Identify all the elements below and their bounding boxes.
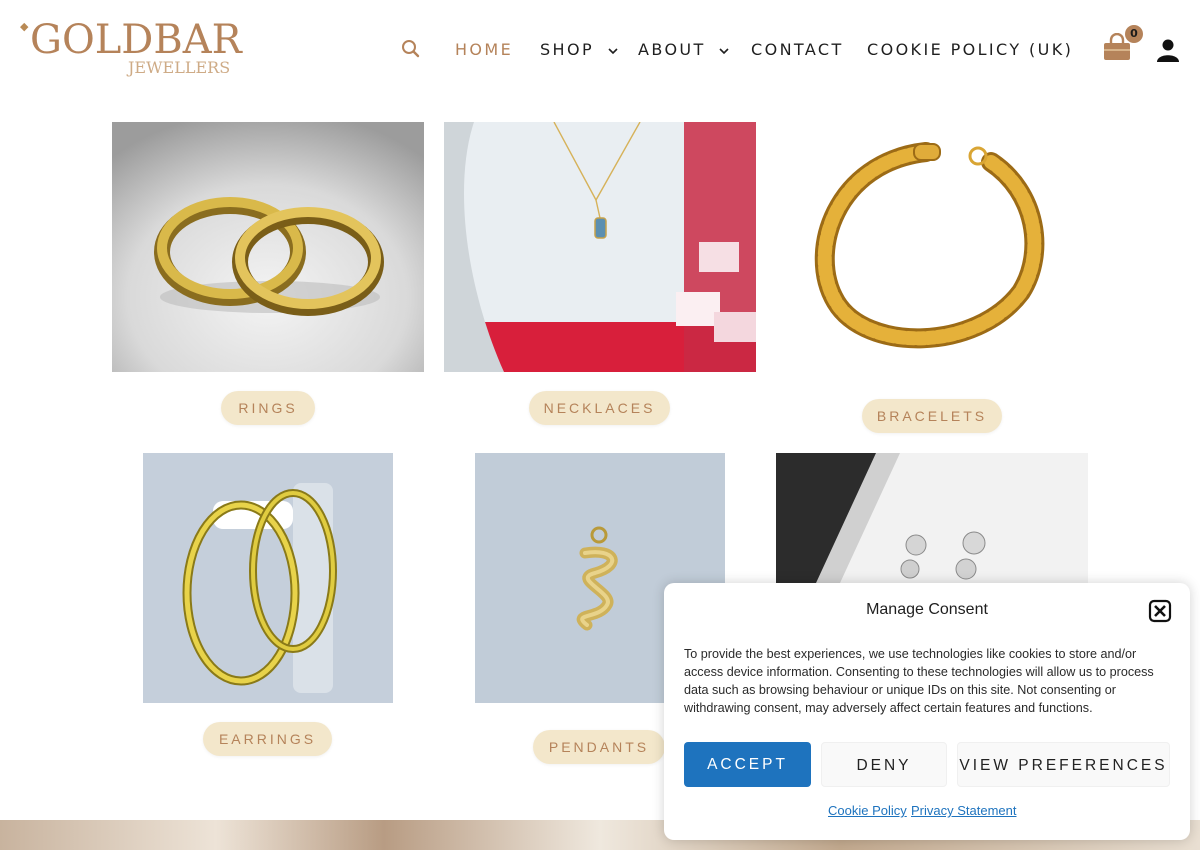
- nav-cookie-policy[interactable]: COOKIE POLICY (UK): [867, 38, 1073, 62]
- rings-image[interactable]: [112, 122, 424, 372]
- bracelets-button[interactable]: BRACELETS: [862, 399, 1002, 433]
- site-header: ◆ GOLDBAR JEWELLERS HOME SHOP ABOUT CONT…: [0, 0, 1200, 100]
- earrings-button[interactable]: EARRINGS: [203, 722, 332, 756]
- cart-count-badge: 0: [1125, 25, 1143, 43]
- nav-about[interactable]: ABOUT: [638, 38, 729, 62]
- necklaces-button[interactable]: NECKLACES: [529, 391, 670, 425]
- cookie-consent-dialog: Manage Consent To provide the best exper…: [664, 583, 1190, 840]
- close-icon[interactable]: [1148, 599, 1172, 623]
- nav-shop[interactable]: SHOP: [540, 38, 618, 62]
- chevron-down-icon: [719, 47, 729, 54]
- nav-contact[interactable]: CONTACT: [751, 38, 844, 62]
- consent-title: Manage Consent: [866, 601, 988, 618]
- diamond-icon: ◆: [20, 20, 29, 33]
- chevron-down-icon: [607, 47, 618, 54]
- bracelets-image[interactable]: [776, 122, 1059, 372]
- logo-subtitle: JEWELLERS: [128, 58, 231, 77]
- accept-button[interactable]: ACCEPT: [684, 742, 811, 787]
- deny-button[interactable]: DENY: [821, 742, 947, 787]
- consent-description: To provide the best experiences, we use …: [684, 647, 1154, 715]
- cookie-policy-link[interactable]: Cookie Policy: [828, 803, 907, 818]
- nav-about-label: ABOUT: [638, 40, 706, 59]
- search-icon[interactable]: [400, 38, 422, 60]
- nav-shop-label: SHOP: [540, 40, 595, 59]
- drop-earrings-image[interactable]: [776, 453, 1088, 583]
- earrings-image[interactable]: [143, 453, 393, 703]
- privacy-statement-link[interactable]: Privacy Statement: [911, 803, 1017, 818]
- rings-button[interactable]: RINGS: [221, 391, 315, 425]
- pendants-button[interactable]: PENDANTS: [533, 730, 665, 764]
- view-preferences-button[interactable]: VIEW PREFERENCES: [957, 742, 1170, 787]
- necklaces-image[interactable]: [444, 122, 756, 372]
- user-icon[interactable]: [1156, 38, 1180, 62]
- nav-home[interactable]: HOME: [455, 38, 513, 62]
- site-logo[interactable]: ◆ GOLDBAR JEWELLERS: [20, 14, 242, 84]
